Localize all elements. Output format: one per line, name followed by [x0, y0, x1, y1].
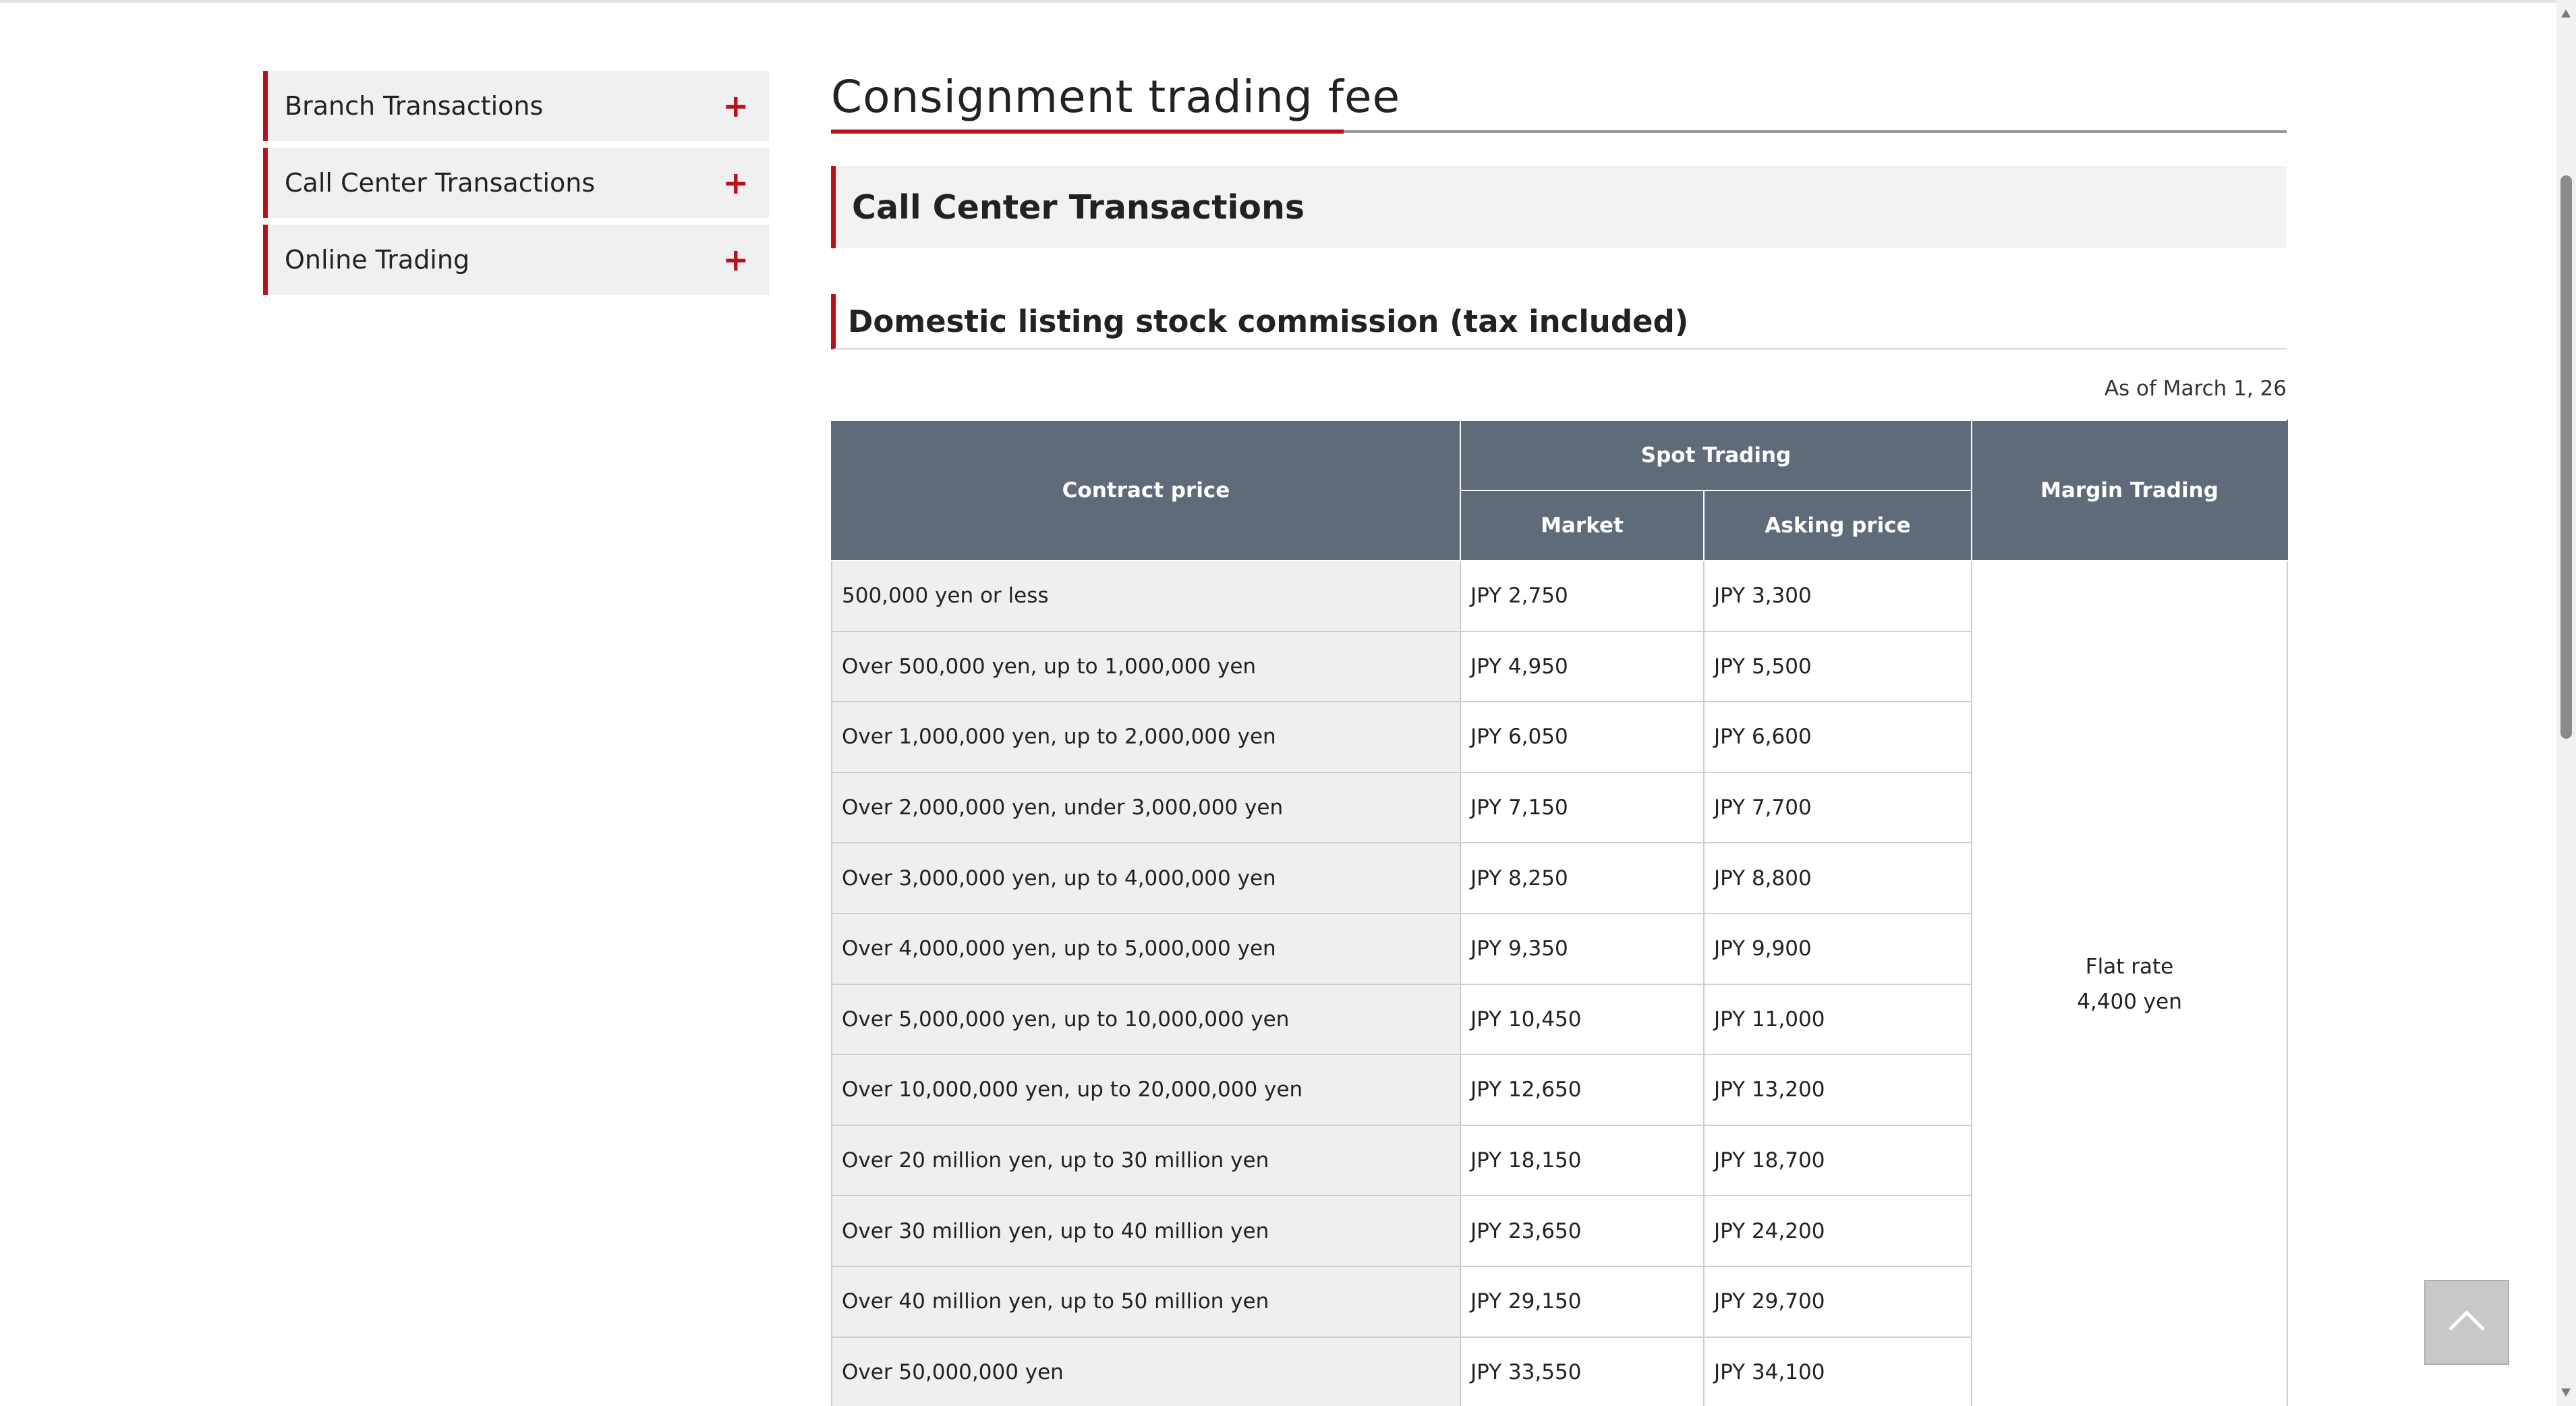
row-label: Over 10,000,000 yen, up to 20,000,000 ye… — [831, 1054, 1461, 1126]
asking-fee: JPY 24,200 — [1702, 1195, 1973, 1267]
scroll-down-arrow-icon[interactable] — [2561, 1388, 2571, 1397]
market-fee: JPY 2,750 — [1460, 560, 1705, 632]
market-fee: JPY 23,650 — [1460, 1195, 1705, 1267]
row-label: Over 30 million yen, up to 40 million ye… — [831, 1195, 1461, 1267]
sidebar-item-label: Online Trading — [285, 245, 470, 275]
market-fee: JPY 33,550 — [1460, 1336, 1705, 1406]
sidebar-item-label: Branch Transactions — [285, 91, 544, 121]
chevron-up-icon — [2449, 1310, 2485, 1347]
asking-fee: JPY 34,100 — [1702, 1336, 1973, 1406]
back-to-top-button[interactable] — [2424, 1280, 2509, 1365]
scrollbar-thumb[interactable] — [2560, 175, 2572, 739]
row-label: Over 40 million yen, up to 50 million ye… — [831, 1265, 1461, 1338]
plus-icon[interactable]: + — [722, 244, 749, 275]
section-title: Call Center Transactions — [852, 188, 1305, 227]
row-label: 500,000 yen or less — [831, 560, 1461, 632]
sub-heading: Domestic listing stock commission (tax i… — [831, 294, 2287, 349]
margin-fee-line2: 4,400 yen — [2077, 989, 2182, 1014]
asking-fee: JPY 3,300 — [1702, 560, 1973, 632]
asking-fee: JPY 29,700 — [1702, 1265, 1973, 1338]
title-underline — [831, 130, 2287, 134]
row-label: Over 20 million yen, up to 30 million ye… — [831, 1124, 1461, 1197]
asking-fee: JPY 9,900 — [1702, 912, 1973, 985]
row-label: Over 2,000,000 yen, under 3,000,000 yen — [831, 771, 1461, 844]
market-fee: JPY 12,650 — [1460, 1054, 1705, 1126]
market-fee: JPY 29,150 — [1460, 1265, 1705, 1338]
sidebar: Branch Transactions + Call Center Transa… — [263, 71, 769, 302]
row-label: Over 5,000,000 yen, up to 10,000,000 yen — [831, 983, 1461, 1056]
header-market: Market — [1460, 490, 1705, 561]
plus-icon[interactable]: + — [722, 167, 749, 198]
commission-table: Contract price Spot Trading Margin Tradi… — [831, 420, 2289, 1406]
header-spot-trading: Spot Trading — [1459, 420, 1973, 491]
market-fee: JPY 10,450 — [1460, 983, 1705, 1056]
sub-heading-title: Domestic listing stock commission (tax i… — [848, 303, 1689, 339]
row-label: Over 500,000 yen, up to 1,000,000 yen — [831, 630, 1461, 703]
asking-fee: JPY 18,700 — [1702, 1124, 1973, 1197]
page: Branch Transactions + Call Center Transa… — [0, 0, 2576, 1406]
header-contract-price: Contract price — [831, 420, 1461, 561]
market-fee: JPY 9,350 — [1460, 912, 1705, 985]
market-fee: JPY 7,150 — [1460, 771, 1705, 844]
asking-fee: JPY 11,000 — [1702, 983, 1973, 1056]
row-label: Over 4,000,000 yen, up to 5,000,000 yen — [831, 912, 1461, 985]
plus-icon[interactable]: + — [722, 90, 749, 121]
asking-fee: JPY 13,200 — [1702, 1054, 1973, 1126]
sidebar-item-label: Call Center Transactions — [285, 168, 596, 198]
margin-trading-fee: Flat rate 4,400 yen — [1971, 559, 2289, 1406]
scroll-up-arrow-icon[interactable] — [2561, 9, 2571, 18]
page-title: Consignment trading fee — [831, 71, 1401, 123]
table-row: 500,000 yen or less JPY 2,750 JPY 3,300 … — [831, 559, 2289, 1406]
asking-fee: JPY 7,700 — [1702, 771, 1973, 844]
section-header: Call Center Transactions — [831, 166, 2287, 248]
title-underline-accent — [831, 130, 1344, 134]
asking-fee: JPY 6,600 — [1702, 701, 1973, 773]
asking-fee: JPY 8,800 — [1702, 842, 1973, 914]
sidebar-item-online-trading[interactable]: Online Trading + — [263, 225, 769, 295]
row-label: Over 3,000,000 yen, up to 4,000,000 yen — [831, 842, 1461, 914]
scrollbar[interactable] — [2556, 0, 2576, 1406]
asking-fee: JPY 5,500 — [1702, 630, 1973, 703]
main-content: Consignment trading fee Call Center Tran… — [831, 71, 2289, 1406]
top-divider — [0, 0, 2556, 3]
market-fee: JPY 8,250 — [1460, 842, 1705, 914]
row-label: Over 1,000,000 yen, up to 2,000,000 yen — [831, 701, 1461, 773]
sidebar-item-branch-transactions[interactable]: Branch Transactions + — [263, 71, 769, 141]
header-asking-price: Asking price — [1702, 490, 1973, 561]
margin-fee-line1: Flat rate — [2085, 954, 2174, 979]
header-margin-trading: Margin Trading — [1971, 420, 2289, 561]
market-fee: JPY 18,150 — [1460, 1124, 1705, 1197]
as-of-date: As of March 1, 26 — [2104, 376, 2287, 401]
market-fee: JPY 4,950 — [1460, 630, 1705, 703]
sidebar-item-call-center-transactions[interactable]: Call Center Transactions + — [263, 148, 769, 218]
row-label: Over 50,000,000 yen — [831, 1336, 1461, 1406]
market-fee: JPY 6,050 — [1460, 701, 1705, 773]
